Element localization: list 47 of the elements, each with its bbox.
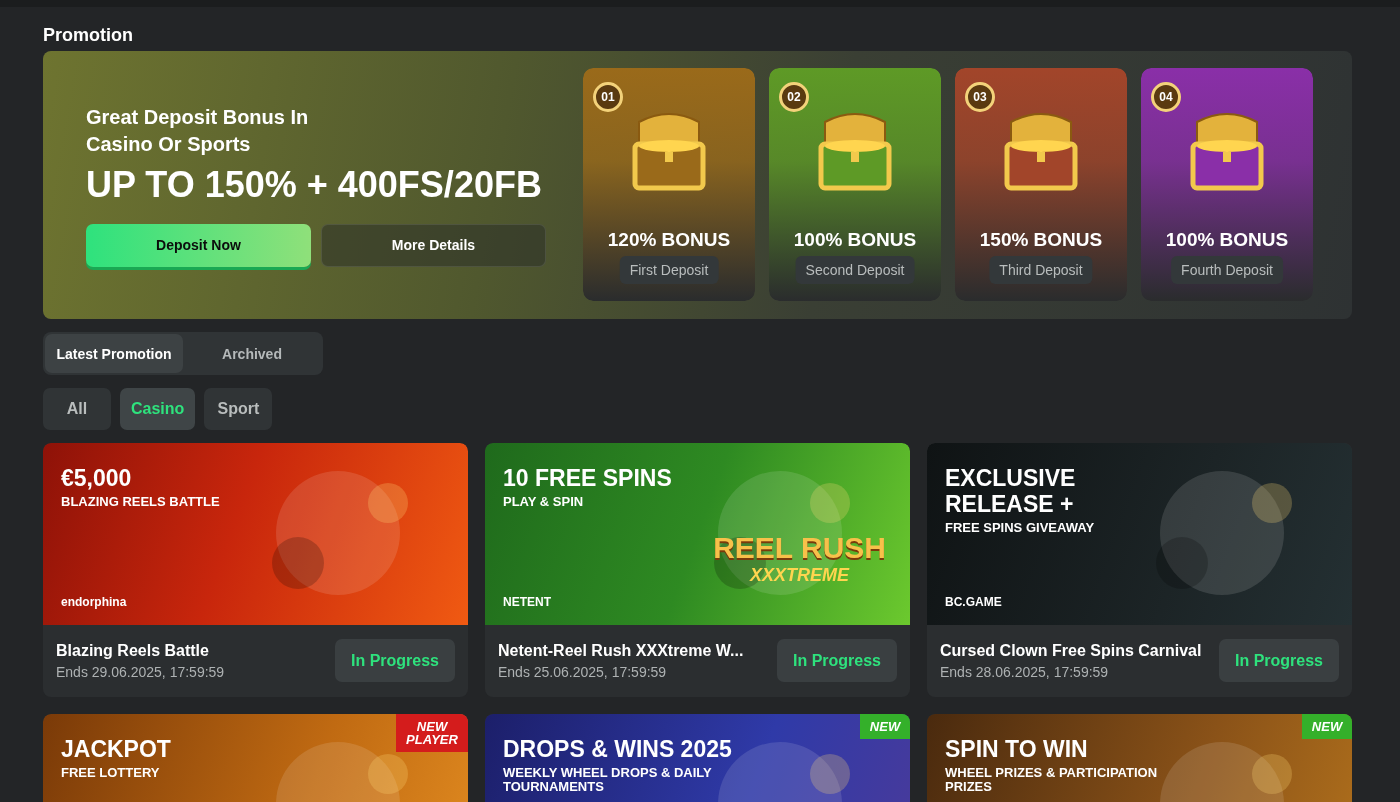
- banner-subtitle: BLAZING REELS BATTLE: [61, 495, 221, 509]
- banner-title: €5,000: [61, 465, 133, 491]
- brand-logo: endorphina: [61, 595, 127, 609]
- filter-chip[interactable]: Casino: [120, 388, 196, 430]
- banner-subtitle: WEEKLY WHEEL DROPS & DAILY TOURNAMENTS: [503, 766, 713, 794]
- end-date: Ends 29.06.2025, 17:59:59: [56, 663, 225, 680]
- bonus-amount: 150% BONUS: [978, 229, 1104, 251]
- game-logo: REEL RUSH: [713, 531, 886, 565]
- new-ribbon: NEW PLAYER: [396, 714, 468, 752]
- details-button[interactable]: More Details: [320, 223, 546, 267]
- banner-subtitle: FREE LOTTERY: [61, 766, 161, 780]
- promo-title: Cursed Clown Free Spins Carnival: [940, 641, 1202, 660]
- status-button[interactable]: In Progress: [335, 639, 455, 682]
- page-title: Promotion: [43, 24, 134, 46]
- end-date: Ends 25.06.2025, 17:59:59: [498, 663, 668, 680]
- banner-subtitle: WHEEL PRIZES & PARTICIPATION PRIZES: [945, 766, 1159, 794]
- deposit-button[interactable]: Deposit Now: [86, 223, 311, 267]
- banner-title: SPIN TO WIN: [945, 736, 1089, 762]
- tab[interactable]: Latest Promotion: [45, 334, 183, 373]
- deposit-label: First Deposit: [619, 256, 719, 284]
- banner-title: EXCLUSIVE RELEASE +: [945, 465, 1077, 517]
- deposit-label: Fourth Deposit: [1171, 256, 1283, 284]
- banner-title: DROPS & WINS 2025: [503, 736, 733, 762]
- deposit-label: Third Deposit: [989, 256, 1093, 284]
- bonus-amount: 120% BONUS: [606, 229, 732, 251]
- banner-title: JACKPOT: [61, 736, 172, 762]
- hero-headline: UP TO 150% + 400FS/20FB: [86, 163, 543, 206]
- game-logo-subtitle: XXXTREME: [748, 565, 851, 586]
- promo-title: Netent-Reel Rush XXXtreme W...: [498, 641, 744, 660]
- new-ribbon: NEW: [1302, 714, 1352, 739]
- banner-subtitle: FREE SPINS GIVEAWAY: [945, 521, 1096, 535]
- tab[interactable]: Archived: [183, 334, 321, 373]
- hero-subtitle: Great Deposit Bonus In Casino Or Sports: [86, 104, 310, 157]
- bonus-amount: 100% BONUS: [1164, 229, 1290, 251]
- promo-title: Blazing Reels Battle: [56, 641, 210, 660]
- deposit-label: Second Deposit: [795, 256, 915, 284]
- brand-logo: NETENT: [503, 595, 551, 609]
- banner-subtitle: PLAY & SPIN: [503, 495, 585, 509]
- filter-chip[interactable]: All: [43, 388, 111, 430]
- status-button[interactable]: In Progress: [1219, 639, 1339, 682]
- filter-chip[interactable]: Sport: [204, 388, 273, 430]
- new-ribbon: NEW: [860, 714, 910, 739]
- bonus-amount: 100% BONUS: [792, 229, 918, 251]
- brand-logo: BC.GAME: [945, 595, 1002, 609]
- banner-title: 10 FREE SPINS: [503, 465, 673, 491]
- status-button[interactable]: In Progress: [777, 639, 897, 682]
- end-date: Ends 28.06.2025, 17:59:59: [940, 663, 1110, 680]
